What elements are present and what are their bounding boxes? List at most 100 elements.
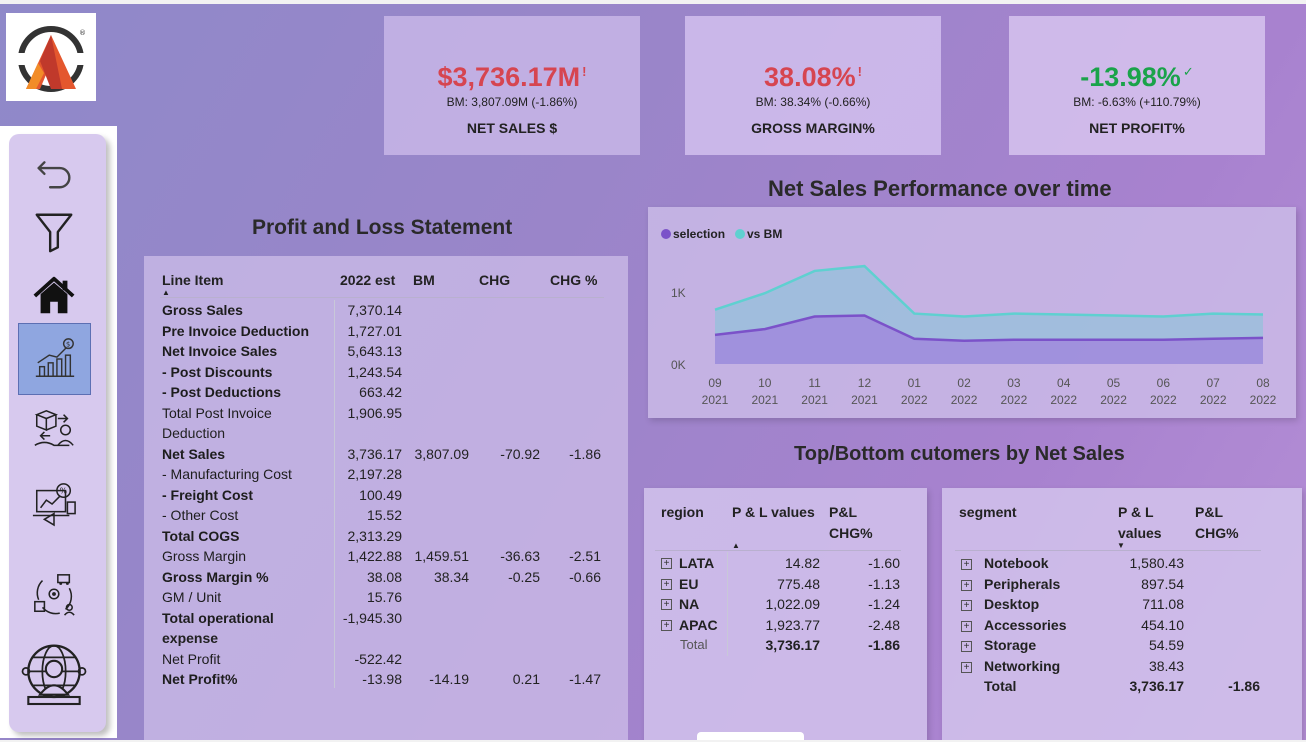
x-tick-label-month: 03 <box>1007 376 1021 390</box>
sort-desc-icon[interactable]: ▲ <box>732 541 740 550</box>
segment-value: 1,580.43 <box>1129 555 1185 571</box>
expand-icon[interactable]: + <box>961 579 972 591</box>
kpi-value: $3,736.17M! <box>437 62 587 92</box>
expand-icon[interactable]: + <box>661 599 672 610</box>
pl-header-divider <box>160 297 604 298</box>
pl-line-item: Total operational <box>162 609 274 626</box>
pl-values-header[interactable]: P & L <box>1118 504 1154 520</box>
region-total-value: 3,736.17 <box>765 637 821 653</box>
region-value: 775.48 <box>777 575 820 592</box>
pl-chg-header[interactable]: P&L <box>1195 504 1223 520</box>
finance-chart-icon: $ <box>35 338 74 377</box>
nav-filter-button[interactable] <box>18 196 90 268</box>
x-tick-label-year: 2022 <box>951 393 978 407</box>
pl-chg-pct-value: -2.51 <box>569 548 601 564</box>
pl-bm-value: 3,807.09 <box>414 445 470 462</box>
pl-header-cell[interactable]: BM <box>413 272 435 288</box>
pl-chg-header[interactable]: P&L <box>829 504 857 520</box>
sort-desc-icon[interactable]: ▼ <box>1117 541 1125 550</box>
y-tick-label: 0K <box>671 358 686 372</box>
pl-line-item-cont: Deduction <box>162 425 226 441</box>
nav-marketing-button[interactable]: % <box>18 468 90 540</box>
pl-line-item: Gross Sales <box>162 302 243 318</box>
segment-name: Peripherals <box>984 575 1061 592</box>
pl-est-value: 1,243.54 <box>347 363 403 380</box>
expand-icon[interactable]: + <box>961 661 972 673</box>
pl-line-item: - Other Cost <box>162 507 239 523</box>
region-chg: -1.60 <box>868 555 900 571</box>
region-name: LATA <box>679 555 715 571</box>
region-column-divider <box>727 552 728 656</box>
pl-est-value: 1,422.88 <box>347 548 403 564</box>
expand-icon[interactable]: + <box>961 620 972 632</box>
pl-line-item-cont: expense <box>162 630 219 646</box>
segment-header[interactable]: segment <box>959 504 1017 520</box>
x-tick-label-month: 12 <box>858 376 872 390</box>
alert-icon: ! <box>582 64 587 79</box>
pl-est-value: 663.42 <box>359 384 402 400</box>
filter-icon <box>35 213 73 253</box>
legend-swatch <box>735 229 745 239</box>
x-tick-label-month: 06 <box>1157 376 1171 390</box>
nav-supply-chain-button[interactable] <box>18 558 90 630</box>
pl-est-value: 5,643.13 <box>347 343 403 359</box>
segment-name: Networking <box>984 657 1061 674</box>
pl-line-item: Net Profit <box>162 650 221 667</box>
region-name: EU <box>679 575 699 592</box>
segment-value: 711.08 <box>1142 596 1184 612</box>
region-chg: -1.13 <box>868 575 900 592</box>
pl-section-title: Profit and Loss Statement <box>252 216 513 239</box>
pl-line-item: Pre Invoice Deduction <box>162 322 310 339</box>
sort-asc-icon[interactable]: ▲ <box>162 288 170 297</box>
sidebar-nav: $ % <box>9 134 106 732</box>
pl-est-value: 1,727.01 <box>347 322 403 339</box>
pl-est-value: -13.98 <box>362 671 402 687</box>
pl-line-item: GM / Unit <box>162 589 222 605</box>
kpi-benchmark: BM: -6.63% (+110.79%) <box>1073 95 1201 109</box>
net-sales-area-chart[interactable]: selection vs BM 1K 0K 09 2021 10 2021 11 2021 12 20… <box>648 207 1296 418</box>
pl-header-cell[interactable]: Line Item <box>162 272 223 288</box>
legend-label: vs BM <box>747 227 782 241</box>
pl-est-value: -522.42 <box>354 650 402 667</box>
pl-est-value: 15.52 <box>366 507 402 523</box>
pl-est-value: 100.49 <box>359 486 402 503</box>
pl-header-cell[interactable]: CHG % <box>550 272 597 288</box>
segment-name: Notebook <box>984 555 1049 571</box>
x-tick-label-month: 10 <box>758 376 772 390</box>
expand-icon[interactable]: + <box>961 600 972 611</box>
region-name: APAC <box>679 616 718 633</box>
expand-icon[interactable]: + <box>661 619 672 631</box>
region-chg: -2.48 <box>868 616 900 633</box>
region-header[interactable]: region <box>661 504 704 520</box>
segment-total-label: Total <box>984 678 1017 694</box>
pl-est-value: 15.76 <box>366 589 402 605</box>
region-table-panel <box>644 488 927 742</box>
kpi-card-net-sales[interactable]: $3,736.17M! BM: 3,807.09M (-1.86%) NET S… <box>384 16 640 155</box>
x-tick-label-month: 05 <box>1107 376 1121 390</box>
svg-text:%: % <box>60 486 67 495</box>
pl-line-item: Total Post Invoice <box>162 404 272 421</box>
pl-header-cell[interactable]: CHG <box>479 272 510 288</box>
expand-icon[interactable]: + <box>661 558 672 569</box>
kpi-card-net-profit[interactable]: -13.98% ✓ BM: -6.63% (+110.79%) NET PROFI… <box>1009 16 1265 155</box>
net-sales-chart-panel: selection vs BM 1K 0K 09 2021 10 2021 11 2021 12 20… <box>648 207 1296 418</box>
kpi-card-gross-margin[interactable]: 38.08%! BM: 38.34% (-0.66%) GROSS MARGIN… <box>685 16 941 155</box>
region-header-divider <box>655 550 901 551</box>
pl-chg-value: -36.63 <box>500 548 540 564</box>
expand-icon[interactable]: + <box>961 641 972 652</box>
pl-header-cell[interactable]: 2022 est <box>340 272 395 288</box>
pl-line-item: Total COGS <box>162 527 240 544</box>
expand-icon[interactable]: + <box>961 559 972 570</box>
region-value: 14.82 <box>784 555 820 571</box>
kpi-benchmark: BM: 38.34% (-0.66%) <box>755 95 871 109</box>
nav-finance-button[interactable]: $ <box>18 323 91 395</box>
pl-values-header[interactable]: P & L values <box>732 504 815 520</box>
x-tick-label-month: 09 <box>708 376 722 390</box>
nav-home-button[interactable] <box>18 260 90 332</box>
pl-line-item: - Manufacturing Cost <box>162 466 292 482</box>
nav-supply-button[interactable] <box>18 394 90 466</box>
expand-icon[interactable]: + <box>661 578 672 590</box>
pl-bm-value: 1,459.51 <box>414 548 470 564</box>
nav-executive-button[interactable] <box>18 640 90 712</box>
legend-swatch <box>661 229 671 239</box>
